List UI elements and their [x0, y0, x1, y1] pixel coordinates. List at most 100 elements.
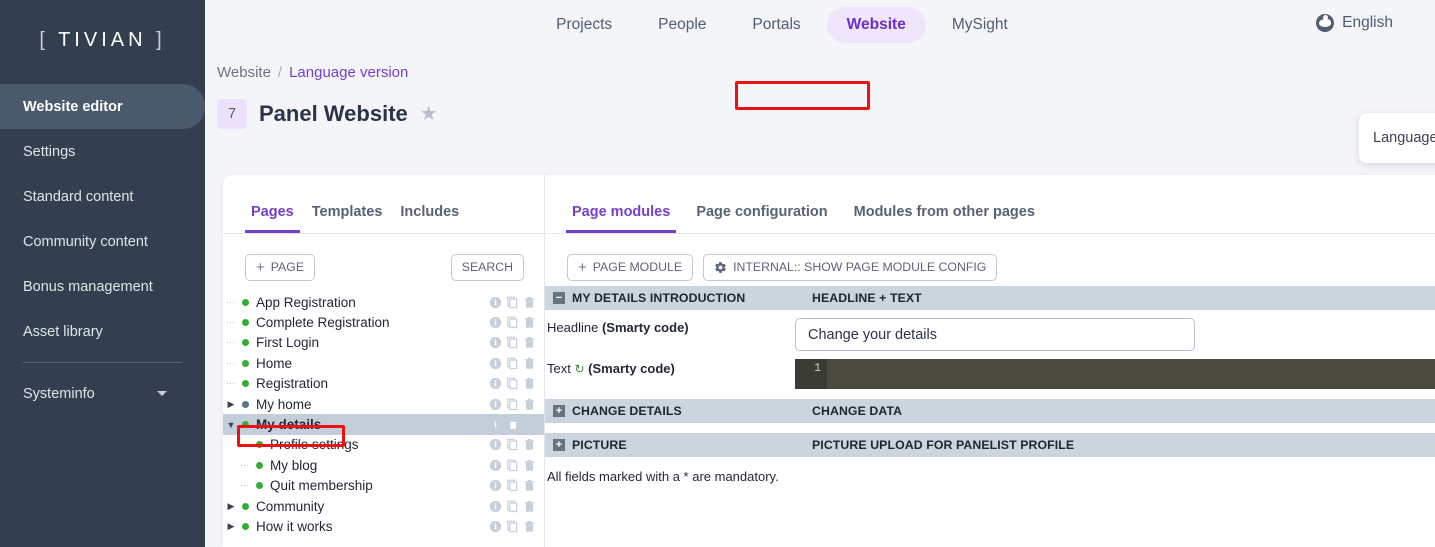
logo-text: TIVIAN — [58, 28, 147, 51]
tree-row[interactable]: ⋯ App Registration — [223, 292, 544, 312]
sidebar-item-settings[interactable]: Settings — [0, 129, 205, 174]
tab-page-modules[interactable]: Page modules — [566, 204, 677, 233]
info-icon[interactable] — [489, 459, 502, 472]
info-icon[interactable] — [489, 520, 502, 533]
trash-icon[interactable] — [523, 398, 536, 411]
expand-icon[interactable]: + — [553, 405, 565, 417]
top-bar: Projects People Portals Website MySight … — [205, 0, 1435, 50]
tree-row-actions — [489, 414, 536, 434]
tree-item-label: App Registration — [256, 294, 356, 310]
recycle-icon[interactable]: ↻ — [574, 359, 584, 379]
trash-icon[interactable] — [523, 438, 536, 451]
copy-icon[interactable] — [506, 316, 519, 329]
sidebar-item-bonus-management[interactable]: Bonus management — [0, 264, 205, 309]
tab-projects[interactable]: Projects — [536, 7, 632, 43]
headline-input[interactable] — [795, 318, 1195, 351]
code-editor-body[interactable] — [827, 359, 1435, 389]
trash-icon[interactable] — [523, 418, 536, 431]
info-icon[interactable] — [489, 336, 502, 349]
field-label-text: Text — [547, 361, 575, 376]
trash-icon[interactable] — [523, 316, 536, 329]
breadcrumb-current[interactable]: Language version — [289, 64, 408, 81]
sidebar-item-systeminfo[interactable]: Systeminfo — [0, 371, 205, 416]
tree-connector-icon: ⋯ — [226, 357, 236, 368]
copy-icon[interactable] — [506, 377, 519, 390]
tree-row[interactable]: ⋯ Registration — [223, 374, 544, 394]
tree-row[interactable]: ⋯ Quit membership — [223, 476, 544, 496]
caret-right-icon[interactable]: ▶ — [223, 399, 239, 410]
trash-icon[interactable] — [523, 336, 536, 349]
trash-icon[interactable] — [523, 296, 536, 309]
trash-icon[interactable] — [523, 459, 536, 472]
info-icon[interactable] — [489, 479, 502, 492]
caret-down-icon[interactable]: ▼ — [223, 420, 239, 430]
tree-row[interactable]: ▶ How it works — [223, 516, 544, 536]
info-icon[interactable] — [489, 316, 502, 329]
info-icon[interactable] — [489, 500, 502, 513]
tree-row[interactable]: ⋯ Home — [223, 353, 544, 373]
copy-icon[interactable] — [506, 520, 519, 533]
tree-row[interactable]: ▶ My home — [223, 394, 544, 414]
tab-website[interactable]: Website — [826, 7, 926, 43]
expand-icon[interactable]: + — [553, 439, 565, 451]
copy-icon[interactable] — [506, 357, 519, 370]
module-header[interactable]: + PICTURE PICTURE UPLOAD FOR PANELIST PROF… — [545, 433, 1435, 457]
info-icon[interactable] — [489, 418, 502, 431]
sidebar-item-asset-library[interactable]: Asset library — [0, 309, 205, 354]
copy-icon[interactable] — [506, 500, 519, 513]
tab-portals[interactable]: Portals — [732, 7, 820, 43]
module-header[interactable]: + CHANGE DETAILS CHANGE DATA — [545, 399, 1435, 423]
trash-icon[interactable] — [523, 357, 536, 370]
copy-icon[interactable] — [506, 438, 519, 451]
tab-pages[interactable]: Pages — [245, 204, 300, 233]
sidebar-item-standard-content[interactable]: Standard content — [0, 174, 205, 219]
tab-page-configuration[interactable]: Page configuration — [690, 204, 833, 233]
module-header[interactable]: − MY DETAILS INTRODUCTION HEADLINE + TEXT — [545, 286, 1435, 310]
trash-icon[interactable] — [523, 520, 536, 533]
tree-row[interactable]: ⋯ Profile settings — [223, 435, 544, 455]
tab-templates[interactable]: Templates — [306, 204, 389, 233]
search-button[interactable]: SEARCH — [450, 253, 524, 281]
copy-icon[interactable] — [506, 336, 519, 349]
tree-item-label: Registration — [256, 376, 329, 392]
tree-row[interactable]: ⋯ My blog — [223, 455, 544, 475]
tab-modules-from-other-pages[interactable]: Modules from other pages — [848, 204, 1041, 233]
info-icon[interactable] — [489, 357, 502, 370]
code-editor[interactable]: 1 — [795, 359, 1435, 389]
add-page-module-button[interactable]: + PAGE MODULE — [567, 253, 694, 281]
sidebar-item-website-editor[interactable]: Website editor — [0, 84, 205, 129]
internal-show-page-module-config-button[interactable]: INTERNAL:: SHOW PAGE MODULE CONFIG — [703, 253, 998, 281]
copy-icon[interactable] — [506, 418, 519, 431]
trash-icon[interactable] — [523, 500, 536, 513]
caret-right-icon[interactable]: ▶ — [223, 521, 239, 532]
star-icon[interactable]: ★ — [420, 104, 438, 124]
trash-icon[interactable] — [523, 479, 536, 492]
info-icon[interactable] — [489, 377, 502, 390]
tree-row[interactable]: ▶ Community — [223, 496, 544, 516]
language-version-card[interactable]: Language version — [1359, 113, 1435, 163]
breadcrumb-root[interactable]: Website — [217, 64, 271, 81]
tree-row[interactable]: ⋯ Complete Registration — [223, 312, 544, 332]
info-icon[interactable] — [489, 398, 502, 411]
tab-people[interactable]: People — [638, 7, 726, 43]
copy-icon[interactable] — [506, 296, 519, 309]
brand-logo[interactable]: [ TIVIAN ] — [0, 0, 205, 80]
tab-includes[interactable]: Includes — [394, 204, 465, 233]
caret-right-icon[interactable]: ▶ — [223, 501, 239, 512]
trash-icon[interactable] — [523, 377, 536, 390]
tree-row[interactable]: ▼ My details — [223, 414, 544, 435]
info-icon[interactable] — [489, 438, 502, 451]
sidebar-item-label: Community content — [23, 233, 148, 250]
copy-icon[interactable] — [506, 459, 519, 472]
info-icon[interactable] — [489, 296, 502, 309]
language-selector[interactable]: English — [1316, 14, 1393, 32]
copy-icon[interactable] — [506, 479, 519, 492]
tab-label: MySight — [951, 16, 1008, 33]
sidebar-item-community-content[interactable]: Community content — [0, 219, 205, 264]
tree-row[interactable]: ⋯ First Login — [223, 333, 544, 353]
module-type: HEADLINE + TEXT — [812, 291, 922, 305]
collapse-icon[interactable]: − — [553, 292, 565, 304]
tab-mysight[interactable]: MySight — [932, 7, 1028, 43]
add-page-button[interactable]: + PAGE — [245, 253, 316, 281]
copy-icon[interactable] — [506, 398, 519, 411]
